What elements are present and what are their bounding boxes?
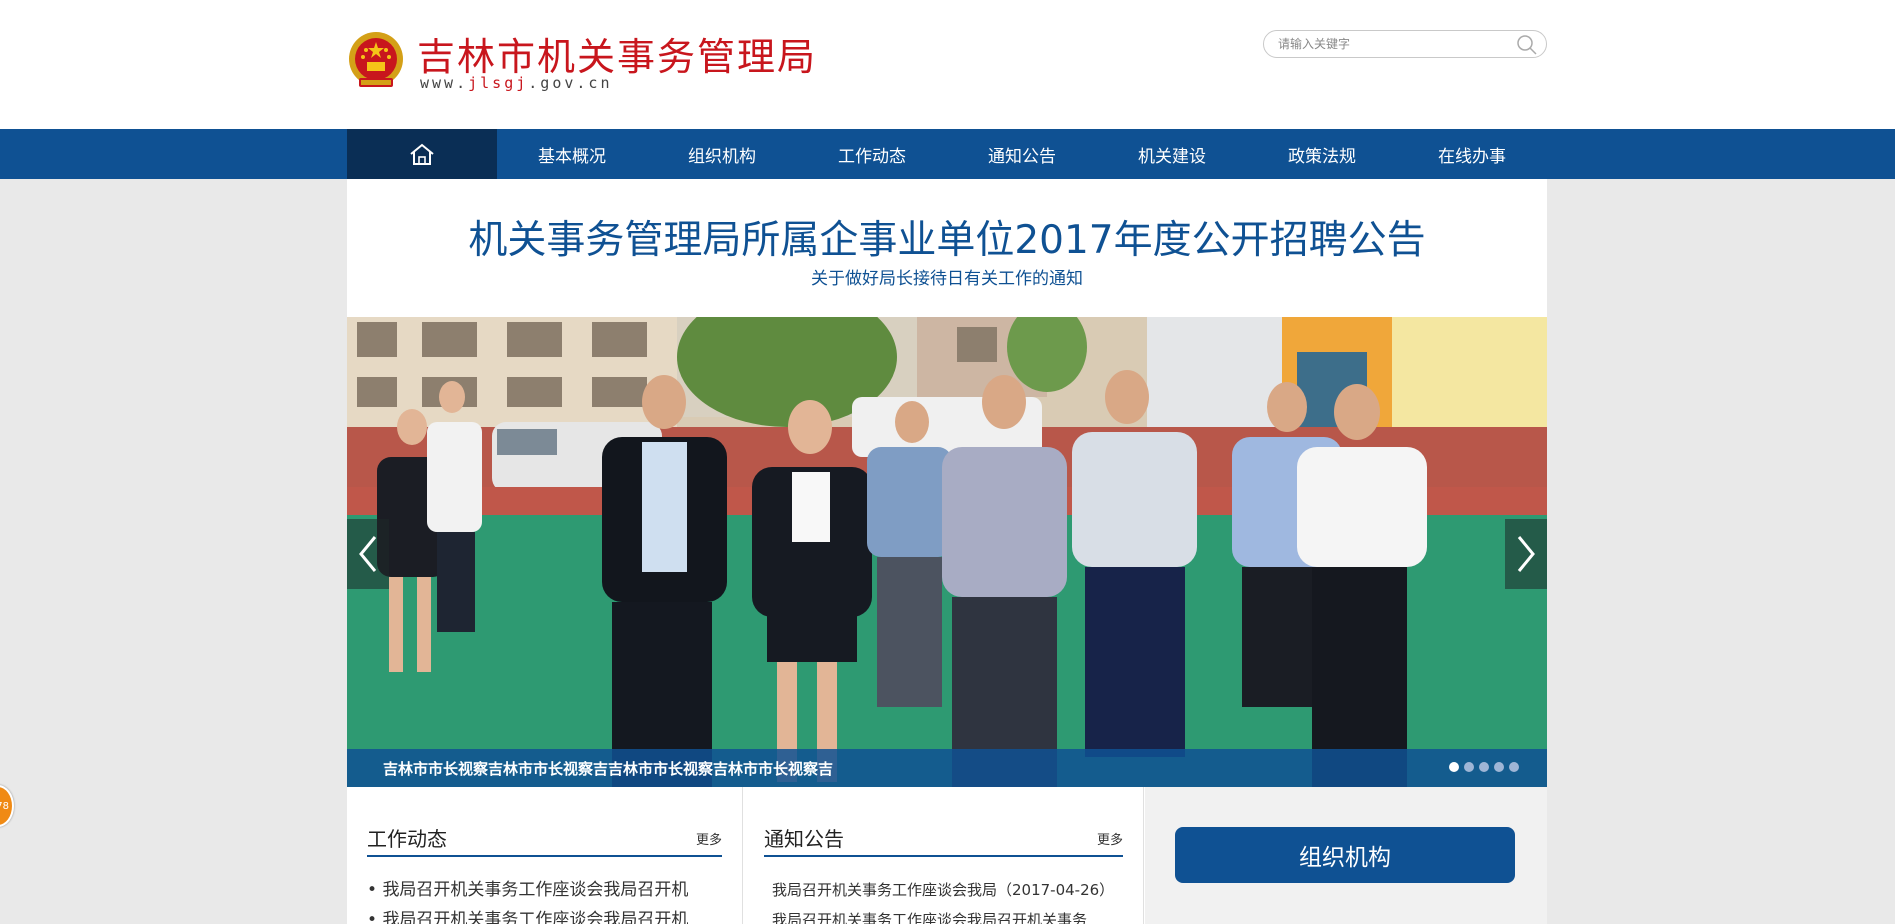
list-item[interactable]: 我局召开机关事务工作座谈会我局召开机	[367, 877, 722, 907]
notice-panel: 通知公告 更多 我局召开机关事务工作座谈会我局（2017-04-26） 我局召开…	[744, 787, 1144, 924]
national-emblem-icon[interactable]	[347, 30, 405, 92]
work-news-more-link[interactable]: 更多	[696, 829, 722, 848]
nav-item-organization[interactable]: 组织机构	[647, 129, 797, 179]
nav-item-work-news[interactable]: 工作动态	[797, 129, 947, 179]
url-highlight: jlsgj	[468, 74, 529, 92]
slider-prev-button[interactable]	[347, 519, 389, 589]
main-nav: 基本概况 组织机构 工作动态 通知公告 机关建设 政策法规 在线办事	[0, 129, 1895, 179]
chevron-right-icon	[1517, 536, 1535, 572]
slider-dot[interactable]	[1464, 762, 1474, 772]
slider-dot[interactable]	[1479, 762, 1489, 772]
image-slider: 吉林市市长视察吉林市市长视察吉吉林市市长视察吉林市市长视察吉	[347, 317, 1547, 787]
work-news-panel: 工作动态 更多 我局召开机关事务工作座谈会我局召开机 我局召开机关事务工作座谈会…	[347, 787, 743, 924]
list-item[interactable]: 我局召开机关事务工作座谈会我局召开机关事务	[764, 907, 1123, 924]
url-suffix: .gov.cn	[528, 74, 613, 92]
notice-more-link[interactable]: 更多	[1097, 829, 1123, 848]
divider	[367, 855, 722, 857]
headline-subtitle[interactable]: 关于做好局长接待日有关工作的通知	[347, 264, 1547, 289]
nav-item-policies[interactable]: 政策法规	[1247, 129, 1397, 179]
slider-dots	[1449, 762, 1519, 772]
nav-home[interactable]	[347, 129, 497, 179]
slider-caption[interactable]: 吉林市市长视察吉林市市长视察吉吉林市市长视察吉林市市长视察吉	[383, 758, 833, 779]
search-icon[interactable]	[1516, 34, 1538, 56]
notice-list: 我局召开机关事务工作座谈会我局（2017-04-26） 我局召开机关事务工作座谈…	[764, 877, 1123, 924]
search-input[interactable]	[1278, 35, 1498, 53]
slider-dot[interactable]	[1509, 762, 1519, 772]
site-title[interactable]: 吉林市机关事务管理局	[417, 26, 817, 81]
url-prefix: www.	[420, 74, 469, 92]
search-box	[1263, 30, 1547, 58]
main-content: 机关事务管理局所属企事业单位2017年度公开招聘公告 关于做好局长接待日有关工作…	[347, 179, 1547, 924]
chevron-left-icon	[359, 536, 377, 572]
notice-title: 通知公告	[764, 827, 844, 851]
nav-item-online-services[interactable]: 在线办事	[1397, 129, 1547, 179]
headline-title[interactable]: 机关事务管理局所属企事业单位2017年度公开招聘公告	[347, 209, 1547, 265]
nav-item-party-building[interactable]: 机关建设	[1097, 129, 1247, 179]
site-url: www.jlsgj.gov.cn	[420, 74, 613, 92]
slide-photo[interactable]	[347, 317, 1547, 787]
list-item[interactable]: 我局召开机关事务工作座谈会我局（2017-04-26）	[764, 877, 1123, 907]
work-news-list: 我局召开机关事务工作座谈会我局召开机 我局召开机关事务工作座谈会我局召开机	[367, 877, 722, 924]
site-header: 吉林市机关事务管理局 www.jlsgj.gov.cn	[0, 0, 1895, 129]
nav-item-overview[interactable]: 基本概况	[497, 129, 647, 179]
floating-badge[interactable]: 78	[0, 785, 14, 827]
org-structure-button[interactable]: 组织机构	[1175, 827, 1515, 883]
nav-item-notices[interactable]: 通知公告	[947, 129, 1097, 179]
slider-dot[interactable]	[1494, 762, 1504, 772]
slider-next-button[interactable]	[1505, 519, 1547, 589]
nav-bar: 基本概况 组织机构 工作动态 通知公告 机关建设 政策法规 在线办事	[347, 129, 1547, 179]
home-icon	[410, 143, 434, 165]
slider-dot[interactable]	[1449, 762, 1459, 772]
side-panel: 组织机构	[1145, 787, 1547, 924]
list-item[interactable]: 我局召开机关事务工作座谈会我局召开机	[367, 907, 722, 924]
divider	[764, 855, 1123, 857]
work-news-title: 工作动态	[367, 827, 447, 851]
slider-caption-bar: 吉林市市长视察吉林市市长视察吉吉林市市长视察吉林市市长视察吉	[347, 749, 1547, 787]
